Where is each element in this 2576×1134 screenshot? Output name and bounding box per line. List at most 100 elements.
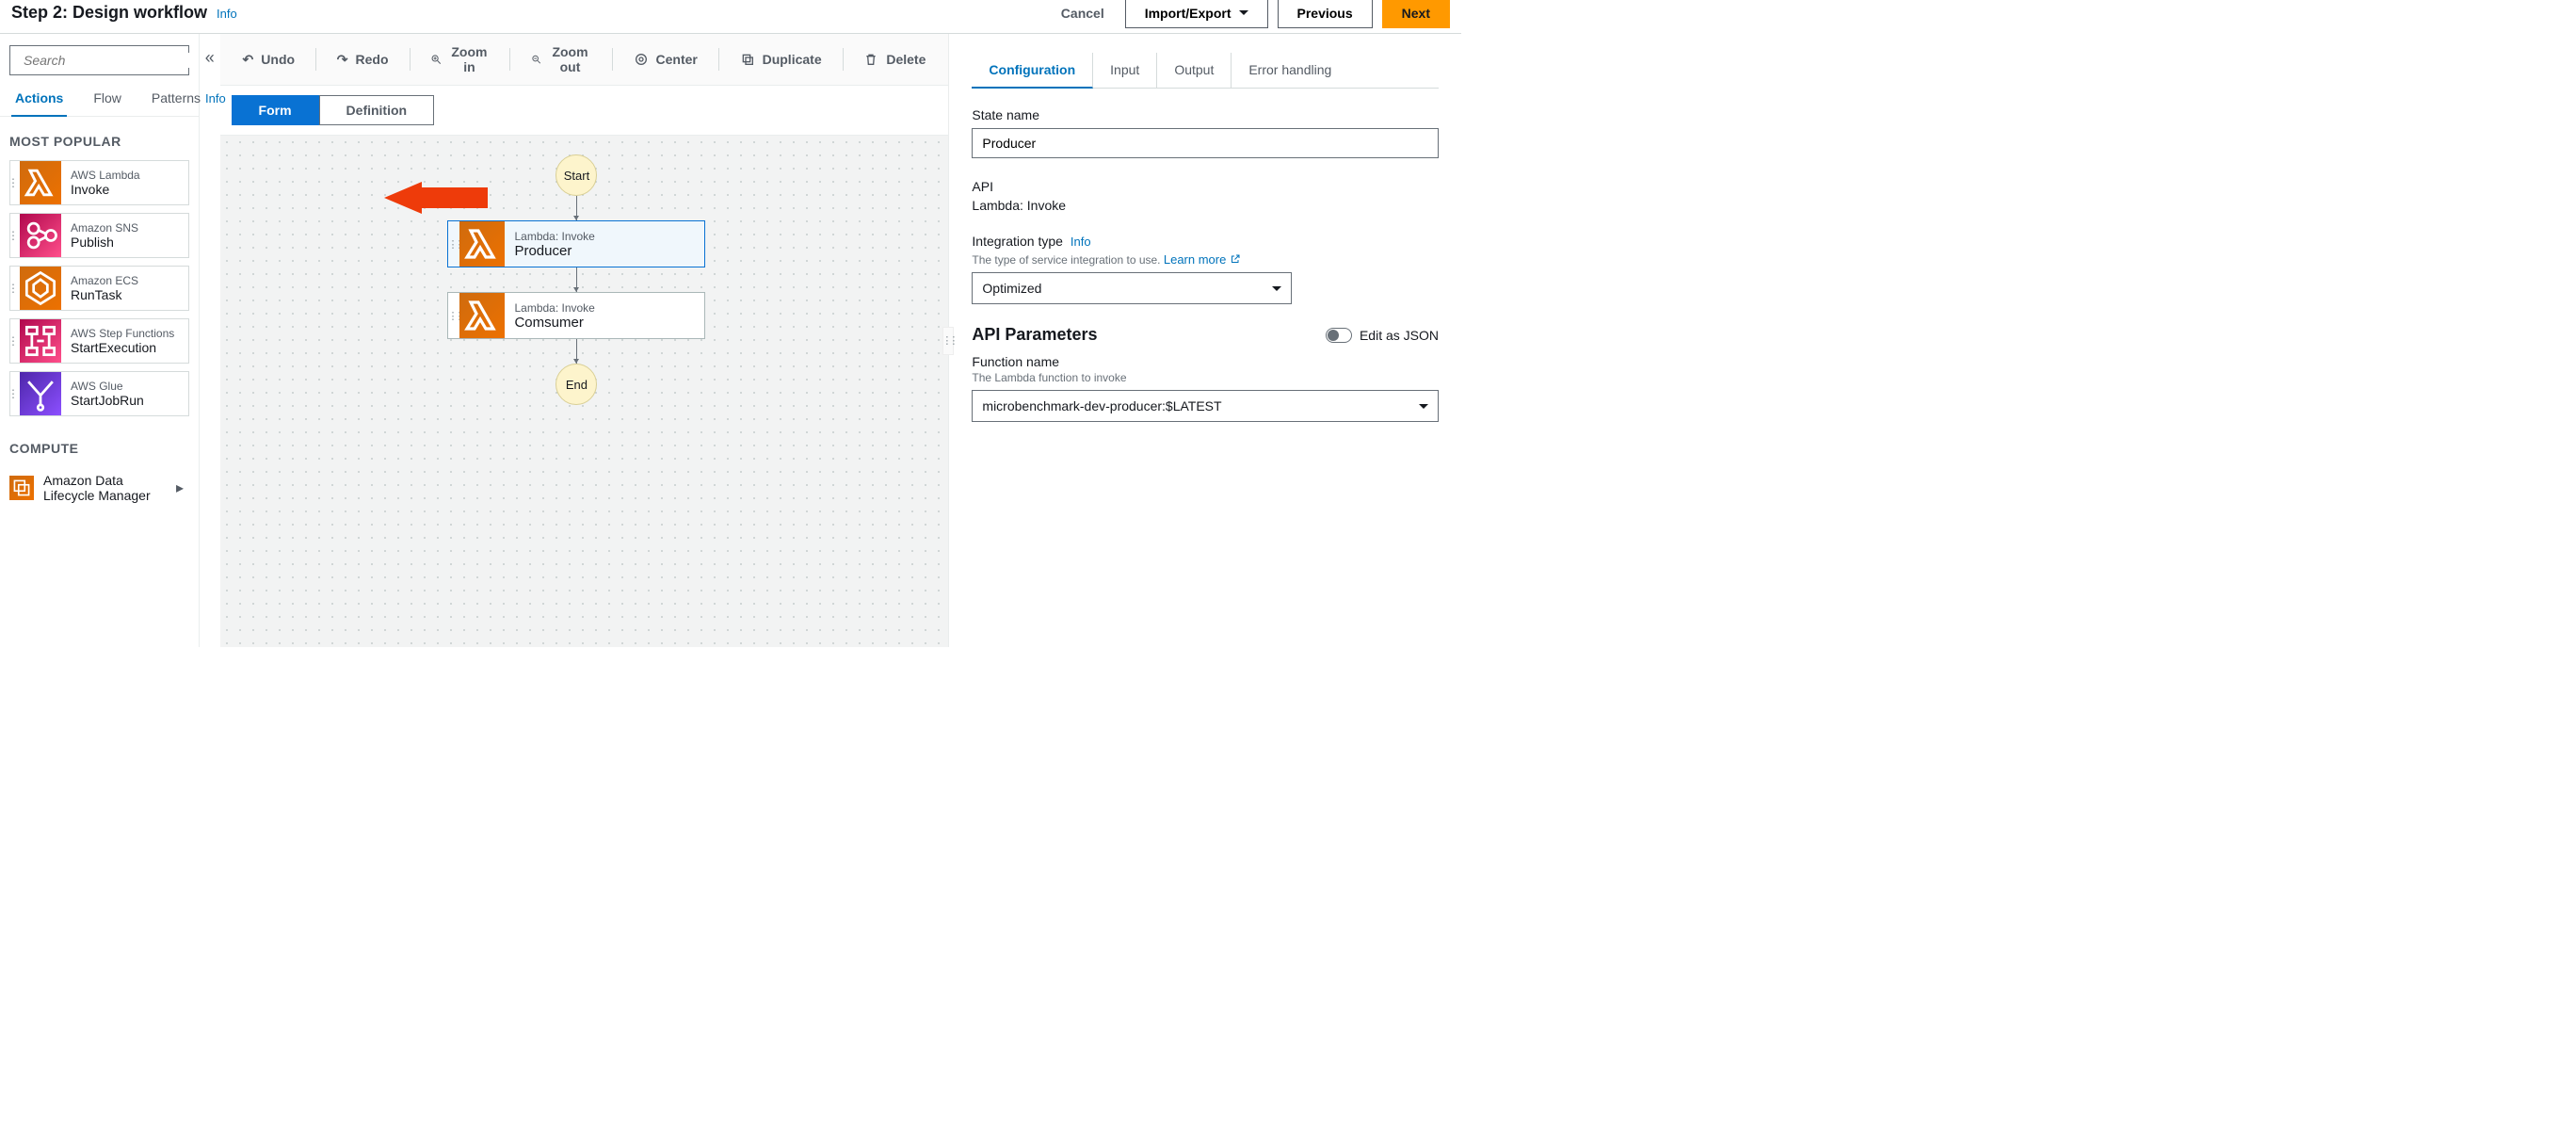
delete-button[interactable]: Delete: [845, 43, 944, 75]
action-text: Amazon SNS Publish: [61, 221, 138, 250]
duplicate-label: Duplicate: [763, 52, 822, 67]
integration-label: Integration type: [972, 234, 1063, 249]
action-name: StartExecution: [71, 340, 174, 355]
sidebar-compute-dlm[interactable]: Amazon Data Lifecycle Manager ▸: [9, 467, 189, 509]
view-tab-form[interactable]: Form: [232, 95, 319, 125]
action-name: Invoke: [71, 182, 140, 197]
next-button[interactable]: Next: [1382, 0, 1450, 28]
integration-value: Optimized: [982, 281, 1041, 296]
zoom-in-label: Zoom in: [450, 44, 490, 74]
toggle-switch-icon: [1326, 328, 1352, 343]
redo-button[interactable]: ↷ Redo: [318, 43, 408, 75]
function-help: The Lambda function to invoke: [972, 371, 1439, 384]
integration-group: Integration type Info The type of servic…: [972, 234, 1439, 304]
caret-down-icon: [1419, 404, 1428, 409]
state-name-label: State name: [972, 107, 1439, 122]
action-lambda-invoke[interactable]: AWS Lambda Invoke: [9, 160, 189, 205]
inspector-panel: Configuration Input Output Error handlin…: [949, 34, 1461, 647]
tab-output[interactable]: Output: [1157, 53, 1232, 88]
api-params-header: API Parameters Edit as JSON: [972, 325, 1439, 345]
ecs-icon: [20, 267, 61, 310]
node-producer[interactable]: Lambda: Invoke Producer: [447, 220, 705, 267]
center-button[interactable]: Center: [615, 43, 716, 75]
state-name-input[interactable]: [972, 128, 1439, 158]
compute-item-label: Amazon Data Lifecycle Manager: [43, 473, 167, 503]
action-service: AWS Step Functions: [71, 327, 174, 340]
header-actions: Cancel Import/Export Previous Next: [1050, 0, 1450, 28]
action-ecs-runtask[interactable]: Amazon ECS RunTask: [9, 266, 189, 311]
api-group: API Lambda: Invoke: [972, 179, 1439, 213]
tab-flow[interactable]: Flow: [89, 81, 125, 116]
caret-down-icon: [1272, 286, 1281, 291]
tab-input[interactable]: Input: [1093, 53, 1157, 88]
canvas-column: ↶Undo ↷ Redo Zoom in Zoom out Center Dupl…: [220, 34, 950, 647]
end-node[interactable]: End: [555, 364, 597, 405]
action-sfn-startexecution[interactable]: AWS Step Functions StartExecution: [9, 318, 189, 364]
redo-icon: ↷: [337, 52, 348, 68]
caret-down-icon: [1239, 10, 1248, 15]
function-name-select[interactable]: microbenchmark-dev-producer:$LATEST: [972, 390, 1439, 422]
separator: [410, 48, 411, 71]
search-input[interactable]: [24, 53, 195, 68]
view-tab-definition[interactable]: Definition: [319, 95, 435, 125]
start-node[interactable]: Start: [555, 154, 597, 196]
zoom-in-button[interactable]: Zoom in: [411, 43, 507, 75]
action-text: AWS Lambda Invoke: [61, 169, 140, 197]
lambda-icon: [459, 221, 505, 267]
step-title: Step 2: Design workflow: [11, 3, 207, 23]
node-title: Producer: [514, 243, 594, 259]
lambda-icon: [20, 161, 61, 204]
integration-info-link[interactable]: Info: [1071, 235, 1091, 249]
search-input-wrapper[interactable]: [9, 45, 189, 75]
undo-label: Undo: [261, 52, 295, 67]
grip-icon: [10, 282, 20, 295]
node-text: Lambda: Invoke Producer: [505, 221, 604, 267]
tab-actions[interactable]: Actions: [11, 81, 67, 117]
api-value: Lambda: Invoke: [972, 198, 1439, 213]
action-service: AWS Lambda: [71, 169, 140, 182]
zoom-out-label: Zoom out: [549, 44, 591, 74]
compute-label: COMPUTE: [9, 441, 189, 456]
header-info-link[interactable]: Info: [217, 7, 237, 21]
function-name-group: Function name The Lambda function to inv…: [972, 354, 1439, 422]
learn-more-link[interactable]: Learn more: [1164, 252, 1241, 267]
integration-type-select[interactable]: Optimized: [972, 272, 1292, 304]
cancel-button[interactable]: Cancel: [1050, 0, 1116, 26]
separator: [509, 48, 510, 71]
delete-label: Delete: [886, 52, 926, 67]
canvas-toolbar: ↶Undo ↷ Redo Zoom in Zoom out Center Dupl…: [220, 34, 949, 86]
main-layout: Actions Flow Patterns Info MOST POPULAR …: [0, 33, 1461, 647]
integration-help: The type of service integration to use. …: [972, 252, 1439, 267]
previous-button[interactable]: Previous: [1278, 0, 1373, 28]
import-export-button[interactable]: Import/Export: [1125, 0, 1268, 28]
collapse-sidebar-icon[interactable]: «: [205, 48, 215, 68]
config-tabs: Configuration Input Output Error handlin…: [972, 53, 1439, 89]
undo-button[interactable]: ↶Undo: [224, 43, 314, 75]
grip-icon: [10, 229, 20, 242]
api-label: API: [972, 179, 1439, 194]
sns-icon: [20, 214, 61, 257]
node-consumer[interactable]: Lambda: Invoke Comsumer: [447, 292, 705, 339]
tab-configuration[interactable]: Configuration: [972, 53, 1093, 89]
duplicate-button[interactable]: Duplicate: [721, 43, 841, 75]
zoom-out-button[interactable]: Zoom out: [512, 43, 610, 75]
view-mode-tabs: Form Definition: [220, 86, 949, 136]
action-name: Publish: [71, 235, 138, 250]
node-text: Lambda: Invoke Comsumer: [505, 293, 604, 338]
tab-error-handling[interactable]: Error handling: [1232, 53, 1348, 88]
edge: [576, 339, 577, 364]
zoom-out-icon: [531, 52, 541, 67]
action-text: AWS Step Functions StartExecution: [61, 327, 174, 355]
action-sns-publish[interactable]: Amazon SNS Publish: [9, 213, 189, 258]
glue-icon: [20, 372, 61, 415]
redo-label: Redo: [356, 52, 389, 67]
edit-as-json-toggle[interactable]: Edit as JSON: [1326, 328, 1439, 343]
action-glue-startjobrun[interactable]: AWS Glue StartJobRun: [9, 371, 189, 416]
zoom-in-icon: [430, 52, 442, 67]
sidebar-collapse-col: «: [200, 34, 220, 647]
external-link-icon: [1230, 253, 1241, 265]
state-name-group: State name: [972, 107, 1439, 158]
edit-json-label: Edit as JSON: [1360, 328, 1439, 343]
workflow-canvas[interactable]: Start Lambda: Invoke Producer: [220, 136, 949, 647]
learn-more-label: Learn more: [1164, 252, 1226, 267]
